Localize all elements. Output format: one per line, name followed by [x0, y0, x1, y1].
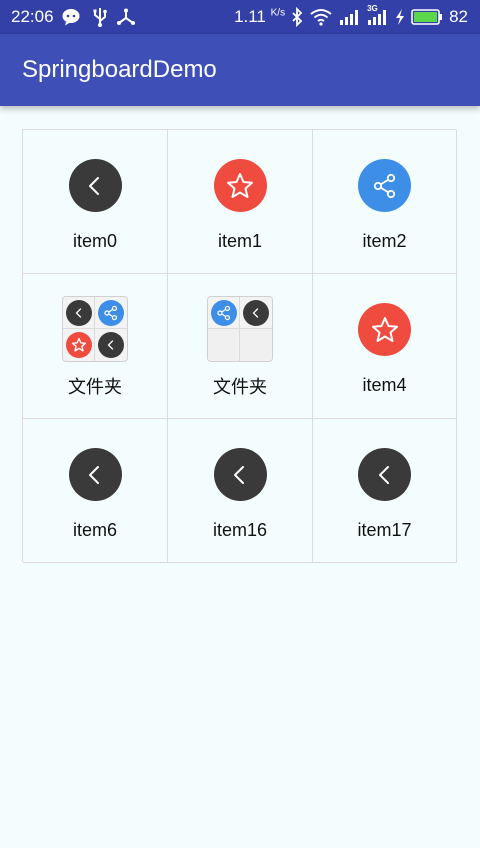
charging-icon: [395, 8, 405, 26]
star-icon: [213, 159, 267, 212]
share-icon: [210, 299, 237, 326]
usb-debug-icon: [116, 8, 136, 26]
status-bar: 22:06 1.11 K/s 3G 82: [0, 0, 480, 34]
folder-slot: [240, 297, 272, 329]
grid-item-label: item0: [72, 231, 117, 251]
folder-slot: [95, 329, 127, 361]
grid-item-label: 文件夹: [213, 377, 267, 398]
back-icon: [243, 299, 269, 326]
share-icon: [98, 299, 124, 326]
grid-item[interactable]: item4: [313, 274, 457, 419]
folder-preview: [207, 296, 273, 362]
net-speed: 1.11 K/s: [234, 7, 285, 27]
back-icon: [98, 332, 124, 358]
folder-preview: [62, 296, 128, 362]
app-title: SpringboardDemo: [22, 56, 217, 83]
grid-item[interactable]: item6: [23, 419, 168, 563]
status-time: 22:06: [11, 7, 54, 26]
usb-icon: [92, 7, 108, 27]
folder-slot: [208, 297, 240, 329]
grid-folder[interactable]: 文件夹: [168, 274, 313, 419]
net-speed-value: 1.11: [234, 7, 266, 26]
back-icon: [68, 448, 122, 501]
share-icon: [358, 159, 411, 212]
back-icon: [213, 448, 267, 501]
grid-item-label: item16: [212, 520, 268, 540]
app-bar: SpringboardDemo: [0, 34, 480, 106]
grid-item-label: item1: [217, 231, 262, 251]
grid-item[interactable]: item16: [168, 419, 313, 563]
springboard-grid: item0 item1 item2 文件夹 文件夹 item4 item6 it…: [22, 129, 457, 563]
grid-item-label: item2: [362, 231, 407, 251]
grid-folder[interactable]: 文件夹: [23, 274, 168, 419]
back-icon: [65, 299, 92, 326]
star-icon: [65, 332, 92, 358]
grid-item[interactable]: item0: [23, 130, 168, 274]
wechat-icon: [62, 8, 84, 26]
grid-item[interactable]: item2: [313, 130, 457, 274]
back-icon: [68, 159, 122, 212]
star-icon: [358, 303, 411, 356]
grid-item-label: item17: [357, 520, 412, 540]
battery-icon: [411, 9, 443, 25]
signal-icon: [339, 8, 361, 26]
wifi-icon: [309, 8, 333, 26]
folder-slot-empty: [208, 329, 240, 361]
folder-slot: [63, 297, 95, 329]
folder-slot: [95, 297, 127, 329]
folder-slot-empty: [240, 329, 272, 361]
signal-3g-icon: 3G: [367, 4, 389, 26]
net-speed-unit: K/s: [270, 7, 286, 19]
grid-item-label: 文件夹: [68, 377, 122, 398]
back-icon: [358, 448, 411, 501]
signal-3g-label: 3G: [367, 4, 378, 13]
folder-slot: [63, 329, 95, 361]
grid-item-label: item4: [362, 375, 407, 395]
battery-level: 82: [449, 7, 468, 26]
bluetooth-icon: [291, 7, 303, 27]
grid-item[interactable]: item1: [168, 130, 313, 274]
grid-item[interactable]: item17: [313, 419, 457, 563]
grid-item-label: item6: [72, 520, 117, 540]
